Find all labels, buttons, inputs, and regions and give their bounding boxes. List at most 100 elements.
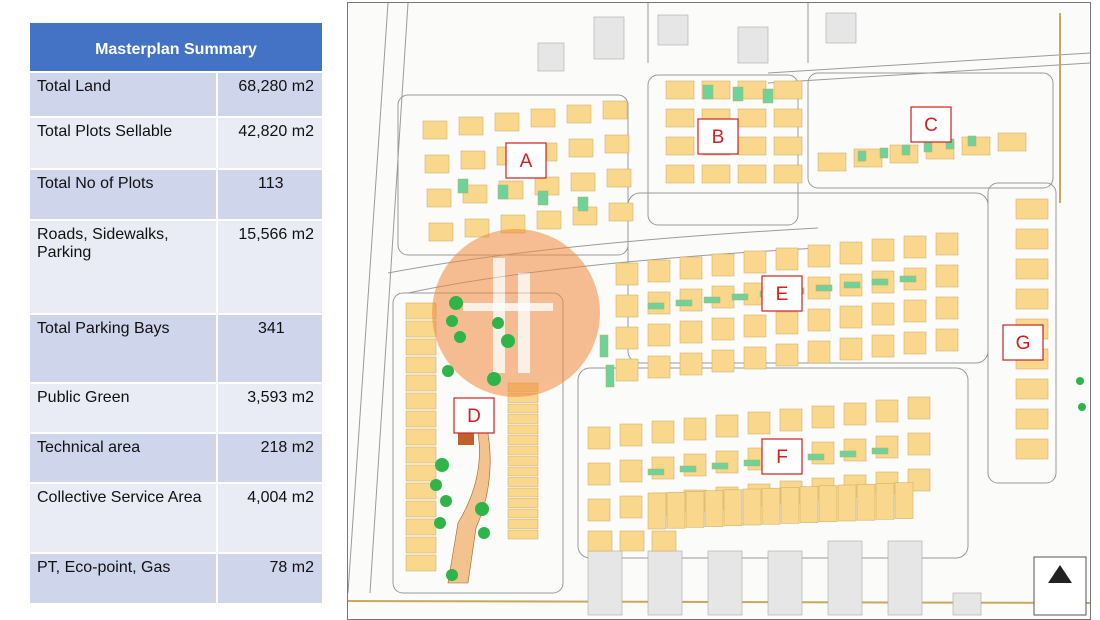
svg-text:G: G (1016, 333, 1031, 354)
masterplan-summary-table: Masterplan Summary Total Land 68,280 m2 … (28, 21, 324, 605)
green-area (807, 453, 825, 461)
green-area (923, 141, 933, 153)
green-area (702, 84, 714, 100)
plot (604, 134, 630, 154)
row-value: 3,593 m2 (216, 382, 324, 434)
table-row: Total Land 68,280 m2 (28, 71, 324, 118)
plot (615, 326, 639, 350)
green-area (537, 190, 549, 206)
site-plan-drawing: A B C D E F G (348, 3, 1090, 616)
table-row: Collective Service Area 4,004 m2 (28, 482, 324, 554)
plot (507, 519, 539, 529)
plot (507, 414, 539, 424)
row-value: 4,004 m2 (216, 482, 324, 554)
plot (405, 320, 437, 338)
plot (773, 164, 803, 184)
plot (619, 530, 645, 552)
plot (570, 172, 596, 192)
plot (507, 477, 539, 487)
plot (839, 337, 863, 361)
plot (507, 498, 539, 508)
plot (507, 445, 539, 456)
plot (807, 340, 831, 364)
plot (779, 408, 803, 432)
plot (818, 485, 838, 523)
plot (405, 428, 437, 446)
plot (871, 302, 895, 326)
plot (647, 323, 671, 347)
plot (875, 483, 895, 520)
plot (817, 152, 847, 172)
plot (587, 498, 611, 522)
plot (606, 168, 632, 188)
plot (615, 358, 639, 382)
green-area (843, 281, 861, 289)
plot (843, 438, 867, 462)
table-row: Total Plots Sellable 42,820 m2 (28, 116, 324, 170)
plot (507, 466, 539, 477)
plot (647, 259, 671, 283)
zone-label-c: C (910, 106, 952, 143)
plot (665, 164, 695, 184)
plot (894, 482, 914, 519)
row-value: 15,566 m2 (216, 219, 324, 315)
plot (715, 414, 739, 438)
plot (507, 435, 539, 445)
green-area (743, 459, 761, 467)
table-row: PT, Eco-point, Gas 78 m2 (28, 552, 324, 605)
plot (587, 462, 611, 486)
plot (704, 490, 724, 527)
plot (422, 120, 448, 140)
plot (507, 456, 539, 466)
plot (811, 405, 835, 429)
green-area (732, 86, 744, 102)
green-area (815, 284, 833, 292)
green-area (647, 302, 665, 310)
plot (619, 423, 643, 447)
plot (566, 104, 592, 124)
plot (742, 488, 762, 526)
row-label: Technical area (28, 432, 218, 484)
plot (737, 164, 767, 184)
green-area (605, 364, 615, 388)
plot (679, 320, 703, 344)
row-value: 42,820 m2 (216, 116, 324, 170)
plot (679, 352, 703, 376)
plot (405, 374, 437, 392)
green-area (703, 296, 721, 304)
green-area (647, 468, 665, 476)
plot (464, 218, 490, 238)
plot (647, 355, 671, 379)
plot (619, 495, 643, 519)
row-value: 341 (216, 313, 324, 384)
table-row: Technical area 218 m2 (28, 432, 324, 484)
svg-text:E: E (776, 284, 789, 305)
plot (651, 530, 677, 552)
plot (530, 108, 556, 128)
plot (665, 80, 695, 100)
zone-label-d: D (453, 397, 495, 434)
row-label: Public Green (28, 382, 218, 434)
green-area (871, 447, 889, 455)
plot (1015, 198, 1049, 220)
plot (683, 417, 707, 441)
plot (666, 491, 686, 529)
zone-label-b: B (697, 118, 739, 155)
plot (907, 432, 931, 456)
row-value: 218 m2 (216, 432, 324, 484)
green-area (871, 278, 889, 286)
svg-text:C: C (924, 115, 938, 136)
plot (737, 136, 767, 156)
svg-text:D: D (467, 406, 481, 427)
plot (587, 530, 613, 552)
green-area (899, 275, 917, 283)
row-label: Total No of Plots (28, 168, 218, 221)
zone-label-f: F (761, 438, 803, 475)
plot (615, 262, 639, 286)
plot (1015, 288, 1049, 310)
plot (775, 247, 799, 271)
plot (685, 491, 705, 528)
plot (775, 311, 799, 335)
plot (737, 108, 767, 128)
svg-text:B: B (712, 127, 725, 148)
